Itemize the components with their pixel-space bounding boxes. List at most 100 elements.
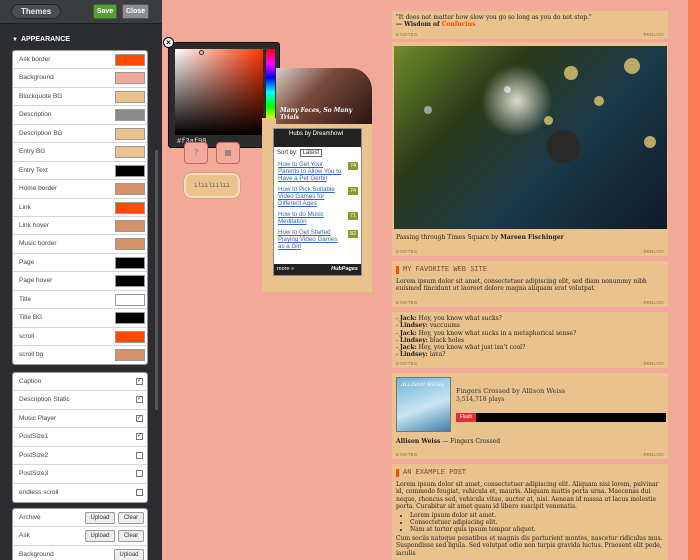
appearance-section-toggle[interactable]: ▼ APPEARANCE — [12, 36, 70, 43]
reblog-link[interactable]: REBLOG — [643, 32, 664, 37]
text-post: MY FAVORITE WEB SITE Lorem ipsum dolor s… — [392, 261, 668, 307]
hubpages-logo[interactable]: HubPages — [331, 264, 358, 275]
color-swatch[interactable] — [115, 349, 145, 361]
saturation-field[interactable] — [175, 49, 263, 135]
reblog-link[interactable]: REBLOG — [643, 249, 664, 254]
option-checkbox[interactable]: ✓ — [136, 414, 143, 422]
close-picker-icon[interactable]: × — [163, 37, 174, 48]
save-button[interactable]: Save — [93, 4, 117, 19]
post-meta: 0 NOTES REBLOG — [396, 249, 664, 254]
post-meta: 0 NOTES REBLOG — [396, 32, 664, 37]
color-swatch[interactable] — [115, 293, 145, 306]
hub-link[interactable]: How to Pick Suitable Video Games for Dif… — [274, 184, 361, 209]
color-swatch[interactable] — [115, 312, 145, 325]
reblog-link[interactable]: REBLOG — [643, 300, 664, 305]
upload-button[interactable]: Upload — [114, 548, 144, 560]
color-swatch[interactable] — [115, 72, 145, 85]
upload-button[interactable]: Upload — [85, 512, 115, 524]
color-swatch[interactable] — [115, 275, 145, 288]
hub-link-text: How to do Music Meditation — [278, 211, 324, 225]
hub-link-text: How to Get Your Parents to Allow You to … — [278, 161, 342, 182]
option-checkbox[interactable]: ✓ — [136, 396, 143, 404]
notes-link[interactable]: 0 NOTES — [396, 452, 417, 457]
option-checkbox[interactable]: ✓ — [136, 433, 143, 441]
chat-speaker: Lindsey: — [399, 336, 428, 344]
chat-speaker: Lindsey: — [399, 322, 428, 330]
post-body-2: Cum sociis natoque penatibus et magnis d… — [396, 535, 663, 557]
close-button[interactable]: Close — [122, 4, 149, 19]
hub-link[interactable]: How to do Music Meditation 71 — [274, 209, 361, 227]
sort-select[interactable]: Latest — [299, 149, 323, 157]
hub-link[interactable]: How to Get Started Playing Video Games a… — [274, 227, 361, 252]
quote-author-link[interactable]: Confucius — [442, 21, 476, 28]
flash-label[interactable]: Flash — [456, 413, 476, 422]
chat-speaker: Jack: — [399, 315, 417, 322]
color-option-row: scroll bg — [13, 346, 147, 364]
color-option-row: Entry BG — [13, 143, 147, 162]
option-checkbox[interactable] — [136, 451, 143, 459]
themes-button[interactable]: Themes — [11, 4, 62, 19]
option-checkbox[interactable] — [136, 470, 143, 478]
picker-cursor[interactable] — [199, 50, 204, 55]
panel-toolbar: Themes Save Close — [0, 0, 162, 24]
option-checkbox[interactable] — [136, 488, 143, 496]
photo-author-link[interactable]: Mareen Fischinger — [500, 234, 564, 241]
color-swatch[interactable] — [115, 256, 145, 269]
notes-link[interactable]: 0 NOTES — [396, 361, 417, 366]
post-body: Lorem ipsum dolor sit amet, consectetuer… — [396, 481, 659, 510]
audio-player-bar[interactable] — [456, 413, 666, 422]
chat-lines: - Jack: Hey, you know what sucks? - Linds… — [396, 315, 664, 359]
hubpages-widget: Hubs by Dreamhowl Sort by: Latest How to … — [273, 128, 362, 276]
music-player[interactable]: ılıılıılıı — [184, 173, 240, 198]
archive-icon[interactable]: ▦ — [216, 142, 240, 164]
hub-link-text: How to Get Started Playing Video Games a… — [278, 229, 338, 250]
toggle-option-row: PostSize2 — [13, 447, 147, 466]
ask-icon[interactable]: ? — [184, 142, 208, 164]
clear-button[interactable]: Clear — [118, 530, 144, 543]
notes-link[interactable]: 0 NOTES — [396, 32, 417, 37]
quote-text: "It does not matter how slow you go so l… — [396, 14, 592, 21]
post-meta: 0 NOTES REBLOG — [396, 452, 664, 457]
chat-speaker: Jack: — [399, 344, 417, 352]
audio-song: Fingers Crossed — [450, 438, 501, 445]
play-count: 3,514,718 plays — [456, 396, 505, 403]
color-swatch[interactable] — [115, 238, 145, 251]
color-swatch[interactable] — [115, 164, 145, 177]
color-swatch[interactable] — [115, 219, 145, 232]
times-square-photo — [394, 46, 667, 229]
color-swatch[interactable] — [115, 109, 145, 122]
reblog-link[interactable]: REBLOG — [643, 361, 664, 366]
color-swatch[interactable] — [115, 127, 145, 140]
color-swatch[interactable] — [115, 146, 145, 159]
hub-link[interactable]: How to Get Your Parents to Allow You to … — [274, 159, 361, 184]
color-swatch[interactable] — [115, 330, 145, 343]
toggle-option-label: Music Player — [19, 414, 57, 422]
image-option-label: Archive — [19, 514, 41, 521]
reblog-link[interactable]: REBLOG — [643, 452, 664, 457]
clear-button[interactable]: Clear — [118, 512, 144, 524]
toggle-option-label: PostSize1 — [19, 433, 49, 441]
color-swatch[interactable] — [115, 54, 145, 66]
quote-source: — Wisdom of Confucius — [396, 21, 664, 28]
post-bullets: Lorem ipsum dolor sit amet.Consectetuer … — [410, 512, 664, 533]
option-checkbox[interactable]: ✓ — [136, 378, 143, 385]
notes-link[interactable]: 0 NOTES — [396, 300, 417, 305]
image-option-row: Archive Upload Clear — [13, 509, 147, 528]
more-link[interactable]: more » — [277, 266, 294, 272]
post-title: AN EXAMPLE POST — [396, 469, 664, 477]
color-swatch[interactable] — [115, 90, 145, 103]
panel-scrollbar[interactable] — [155, 150, 158, 410]
toggle-option-row: PostSize3 — [13, 465, 147, 484]
color-swatch[interactable] — [115, 201, 145, 214]
photo-caption: Passing through Times Square by Mareen F… — [396, 234, 564, 241]
quote-post: "It does not matter how slow you go so l… — [392, 11, 668, 39]
color-swatch[interactable] — [115, 183, 145, 196]
color-option-label: Page — [19, 258, 35, 266]
chat-text: Hey, you know what sucks in a metaphoric… — [418, 329, 577, 337]
notes-link[interactable]: 0 NOTES — [396, 249, 417, 254]
chat-line: - Jack: Hey, you know what sucks? — [396, 315, 502, 322]
upload-button[interactable]: Upload — [85, 530, 115, 543]
color-option-row: scroll — [13, 328, 147, 346]
chat-text: Hey, you know what just isn't cool? — [418, 344, 526, 352]
audio-artist[interactable]: Allison Weiss — [396, 438, 440, 445]
